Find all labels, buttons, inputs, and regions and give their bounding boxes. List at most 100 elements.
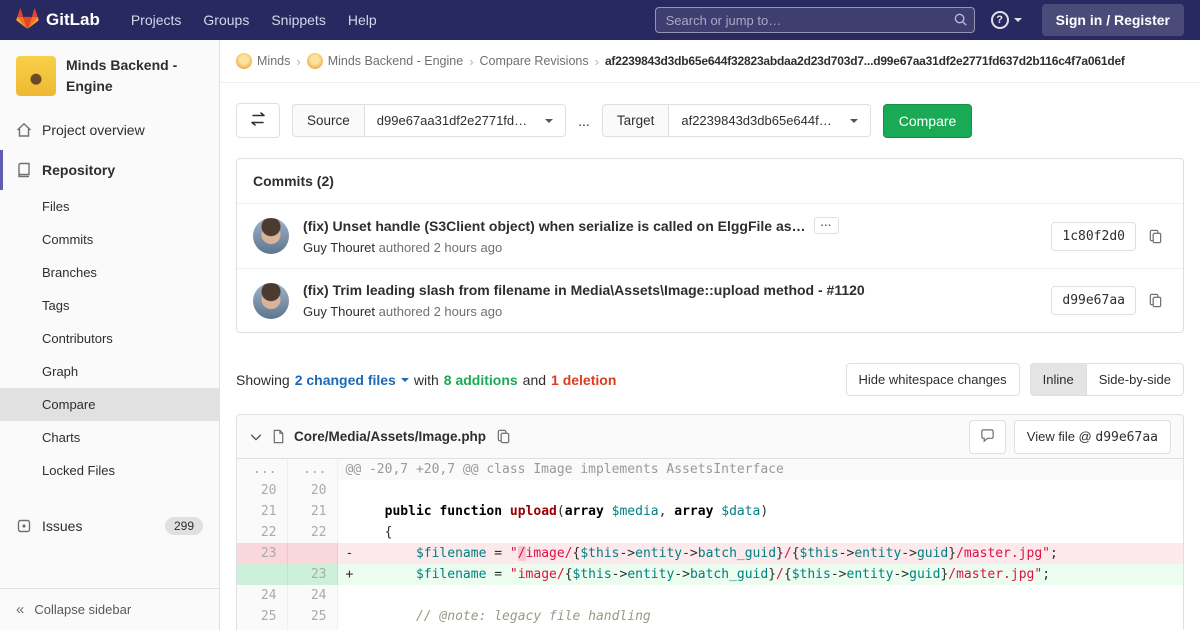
collapse-icon: «: [16, 601, 25, 618]
new-line-number[interactable]: 21: [287, 501, 338, 522]
compare-button[interactable]: Compare: [882, 103, 973, 138]
diff-code-cell: [337, 480, 1183, 501]
chevron-down-icon: [400, 377, 409, 382]
help-dropdown[interactable]: ?: [990, 11, 1022, 29]
top-navbar: GitLab ProjectsGroupsSnippetsHelp ? Sign…: [0, 0, 1200, 40]
collapse-diff-icon[interactable]: [249, 430, 263, 444]
search-input[interactable]: [654, 7, 975, 33]
commit-info: (fix) Trim leading slash from filename i…: [303, 282, 1037, 319]
and-label: and: [522, 371, 547, 388]
breadcrumb-link-compare-revisions[interactable]: Compare Revisions: [480, 54, 589, 68]
commit-author-link[interactable]: Guy Thouret: [303, 240, 375, 255]
copy-sha-button[interactable]: [1144, 289, 1167, 312]
commit-meta: Guy Thouret authored 2 hours ago: [303, 240, 503, 255]
help-icon: ?: [990, 11, 1009, 29]
sidebar-item-locked-files[interactable]: Locked Files: [0, 454, 219, 487]
sidebar-item-tags[interactable]: Tags: [0, 289, 219, 322]
nav-item-groups[interactable]: Groups: [192, 0, 260, 40]
diff-table-body: ...... @@ -20,7 +20,7 @@ class Image impl…: [237, 459, 1183, 630]
side-by-side-view-button[interactable]: Side-by-side: [1085, 363, 1184, 396]
copy-file-path-button[interactable]: [494, 427, 513, 446]
source-revision-value: d99e67aa31df2e2771fd…: [376, 113, 528, 128]
diff-code-cell: public function upload(array $media, arr…: [337, 501, 1183, 522]
old-line-number[interactable]: [237, 564, 288, 585]
new-line-number[interactable]: 20: [287, 480, 338, 501]
sidebar-item-files[interactable]: Files: [0, 190, 219, 223]
sidebar-item-graph[interactable]: Graph: [0, 355, 219, 388]
nav-item-projects[interactable]: Projects: [120, 0, 193, 40]
diff-line-ctx: 22 22 {: [237, 522, 1183, 543]
breadcrumb-link-minds[interactable]: Minds: [257, 54, 290, 68]
swap-icon: [250, 111, 266, 130]
new-line-number[interactable]: [287, 543, 338, 564]
showing-label: Showing: [236, 371, 290, 388]
commit-sha-link[interactable]: 1c80f2d0: [1051, 221, 1136, 251]
diff-sign: [346, 483, 354, 498]
new-line-number[interactable]: 22: [287, 522, 338, 543]
sidebar-item-label: Project overview: [42, 122, 145, 138]
new-line-number[interactable]: 25: [287, 606, 338, 627]
with-label: with: [413, 371, 439, 388]
old-line-number[interactable]: 25: [237, 606, 288, 627]
commit-row: (fix) Unset handle (S3Client object) whe…: [237, 204, 1183, 268]
old-line-number[interactable]: 24: [237, 585, 288, 606]
new-line-number[interactable]: 24: [287, 585, 338, 606]
source-revision-dropdown[interactable]: d99e67aa31df2e2771fd…: [363, 104, 567, 137]
collapse-sidebar-button[interactable]: « Collapse sidebar: [0, 588, 219, 630]
commit-message-expander-button[interactable]: ...: [813, 217, 839, 234]
navbar-menu: Projects Groups Snippets Help: [120, 0, 388, 40]
comment-button[interactable]: [968, 419, 1006, 454]
inline-view-button[interactable]: Inline: [1029, 363, 1087, 396]
diff-sign: [346, 588, 354, 603]
commit-sha-link[interactable]: d99e67aa: [1051, 286, 1136, 315]
sidebar-item-charts[interactable]: Charts: [0, 421, 219, 454]
nav-item-snippets[interactable]: Snippets: [260, 0, 336, 40]
sign-in-button[interactable]: Sign in / Register: [1041, 4, 1184, 36]
sidebar-item-branches[interactable]: Branches: [0, 256, 219, 289]
gitlab-home-link[interactable]: GitLab: [16, 8, 100, 33]
source-label: Source: [292, 104, 364, 137]
search-icon[interactable]: [953, 12, 968, 30]
target-revision-dropdown[interactable]: af2239843d3db65e644f…: [668, 104, 871, 137]
commit-message-link[interactable]: (fix) Unset handle (S3Client object) whe…: [303, 218, 806, 234]
issues-count-badge: 299: [164, 517, 203, 535]
sidebar-item-project-overview[interactable]: Project overview: [0, 110, 219, 150]
source-group: Source d99e67aa31df2e2771fd…: [292, 104, 567, 137]
commit-author-link[interactable]: Guy Thouret: [303, 304, 375, 319]
project-header-link[interactable]: Minds Backend - Engine: [0, 40, 219, 110]
commit-message-link[interactable]: (fix) Trim leading slash from filename i…: [303, 282, 865, 298]
diff-line-add: 23 + $filename = "image/{$this->entity->b…: [237, 564, 1183, 585]
target-label: Target: [601, 104, 669, 137]
old-line-number[interactable]: ...: [237, 459, 288, 480]
diff-code-cell: {: [337, 522, 1183, 543]
old-line-number[interactable]: 20: [237, 480, 288, 501]
breadcrumb-link-minds-backend-engine[interactable]: Minds Backend - Engine: [328, 54, 464, 68]
sidebar-item-label: Issues: [42, 518, 83, 534]
repository-subnav: Files Commits Branches Tags Contributors Grap…: [0, 190, 219, 487]
chevron-down-icon: [1013, 18, 1022, 22]
sidebar-item-commits[interactable]: Commits: [0, 223, 219, 256]
copy-sha-button[interactable]: [1144, 225, 1167, 248]
diff-line-del: 23 - $filename = "/image/{$this->entity->…: [237, 543, 1183, 564]
file-path[interactable]: Core/Media/Assets/Image.php: [294, 429, 486, 444]
changed-files-dropdown[interactable]: 2 changed files: [295, 372, 409, 388]
nav-item-help[interactable]: Help: [337, 0, 388, 40]
sidebar-item-repository[interactable]: Repository: [0, 150, 219, 190]
view-file-button[interactable]: View file @ d99e67aa: [1013, 419, 1171, 454]
sidebar-item-label: Repository: [42, 162, 116, 178]
swap-revisions-button[interactable]: [236, 103, 280, 138]
hide-whitespace-button[interactable]: Hide whitespace changes: [845, 363, 1020, 396]
sidebar-item-contributors[interactable]: Contributors: [0, 322, 219, 355]
old-line-number[interactable]: 21: [237, 501, 288, 522]
commit-sha-group: 1c80f2d0: [1051, 221, 1167, 251]
main-content: Minds › Minds Backend - Engine › Compare Rev…: [220, 40, 1200, 630]
old-line-number[interactable]: 22: [237, 522, 288, 543]
old-line-number[interactable]: 23: [237, 543, 288, 564]
new-line-number[interactable]: 23: [287, 564, 338, 585]
diff-line-ctx: 21 21 public function upload(array $media…: [237, 501, 1183, 522]
sidebar-item-compare[interactable]: Compare: [0, 388, 219, 421]
sidebar-item-issues[interactable]: Issues 299: [0, 505, 219, 547]
new-line-number[interactable]: ...: [287, 459, 338, 480]
diff-line-ctx: 24 24: [237, 585, 1183, 606]
diff-summary-text: Showing 2 changed files with 8 additions…: [236, 372, 616, 388]
